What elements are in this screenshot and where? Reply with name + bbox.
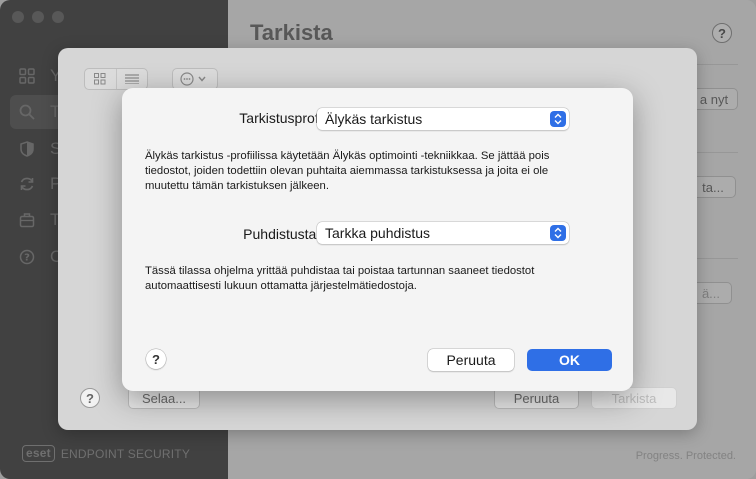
- profile-select[interactable]: Älykäs tarkistus: [317, 108, 569, 130]
- list-view-icon[interactable]: [116, 69, 147, 89]
- sheet-help-button[interactable]: ?: [80, 388, 100, 408]
- view-toggle: [84, 68, 148, 90]
- profile-description-line: muutettu tämän tarkistuksen jälkeen.: [145, 180, 329, 192]
- cleaning-level-value: Tarkka puhdistus: [325, 225, 431, 241]
- grid-view-icon[interactable]: [85, 69, 116, 89]
- profile-description: Älykäs tarkistus -profiilissa käytetään …: [145, 149, 615, 194]
- cleaning-description-line: automaattisesti lukuun ottamatta järjest…: [145, 280, 417, 292]
- more-icon: [180, 72, 210, 86]
- cleaning-description: Tässä tilassa ohjelma yrittää puhdistaa …: [145, 264, 615, 294]
- cleaning-description-line: Tässä tilassa ohjelma yrittää puhdistaa …: [145, 265, 535, 277]
- profile-description-line: Älykäs tarkistus -profiilissa käytetään …: [145, 150, 550, 162]
- more-menu-button[interactable]: [172, 68, 218, 90]
- ok-button[interactable]: OK: [527, 349, 612, 371]
- select-arrows-icon: [550, 225, 566, 241]
- profile-select-value: Älykäs tarkistus: [325, 111, 423, 127]
- select-arrows-icon: [550, 111, 566, 127]
- cancel-button[interactable]: Peruuta: [428, 349, 514, 371]
- dialog-help-button[interactable]: ?: [146, 349, 166, 369]
- profile-description-line: tiedostot, joiden todettiin olevan puhta…: [145, 165, 549, 177]
- cleaning-level-select[interactable]: Tarkka puhdistus: [317, 222, 569, 244]
- scan-profile-dialog: Tarkistusprofiili: Älykäs tarkistus Älyk…: [122, 88, 633, 391]
